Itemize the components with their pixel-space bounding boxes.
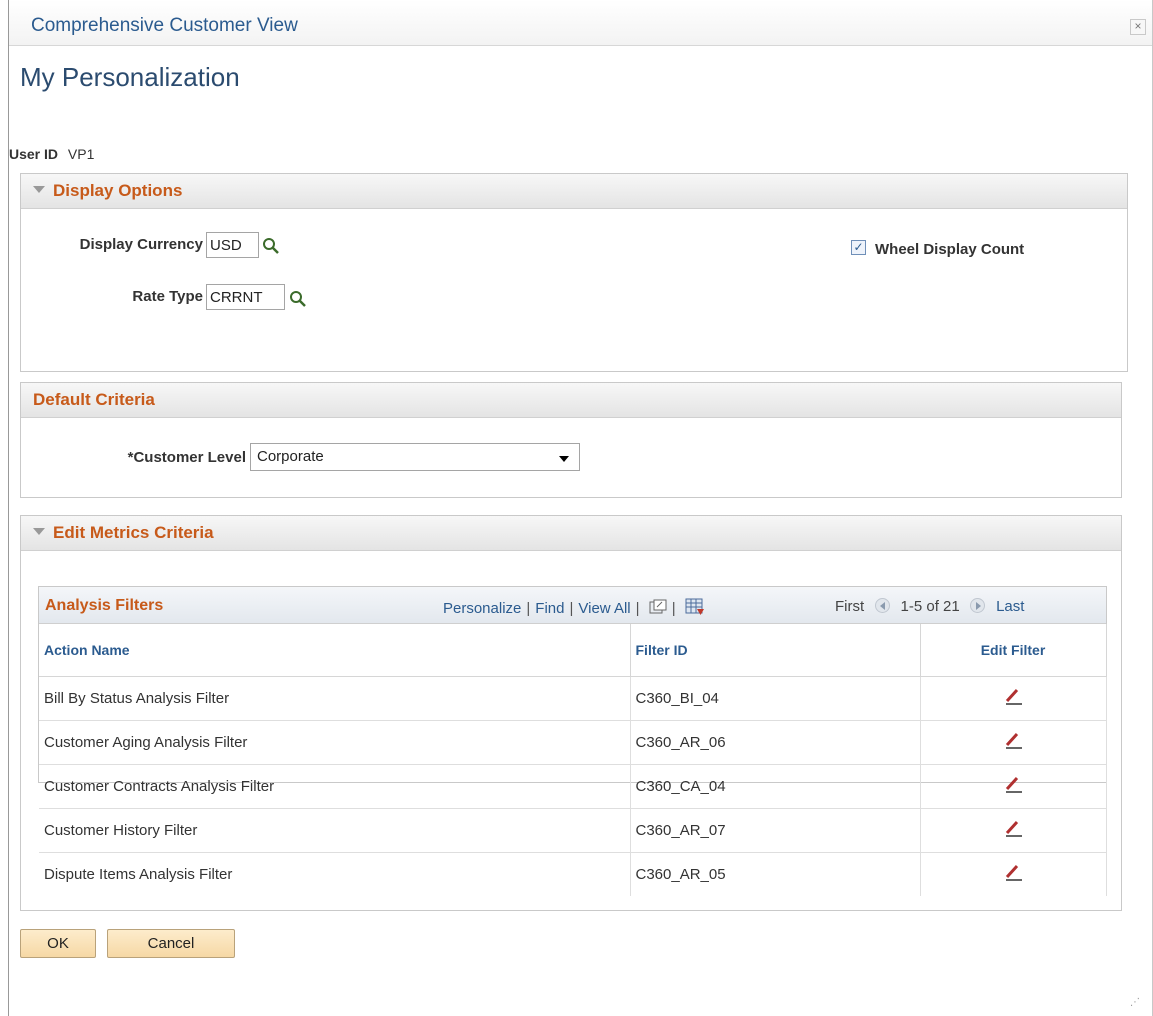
edit-metrics-header[interactable]: Edit Metrics Criteria	[21, 516, 1121, 551]
edit-pencil-icon[interactable]	[1003, 862, 1023, 882]
close-icon: ×	[1134, 19, 1142, 33]
column-header-action-name[interactable]: Action Name	[39, 624, 631, 677]
column-header-filter-id[interactable]: Filter ID	[630, 624, 921, 677]
table-body: Bill By Status Analysis Filter C360_BI_0…	[39, 676, 1107, 896]
filter-id-cell: C360_CA_04	[630, 764, 921, 809]
find-link[interactable]: Find	[535, 600, 564, 617]
grid-nav-links: Personalize | Find | View All | |	[443, 598, 705, 617]
action-name-cell: Customer Aging Analysis Filter	[39, 720, 631, 765]
modal-window: Comprehensive Customer View × My Persona…	[8, 0, 1153, 1016]
action-name-cell: Dispute Items Analysis Filter	[39, 852, 631, 896]
previous-page-icon[interactable]	[875, 598, 891, 613]
edit-pencil-icon[interactable]	[1003, 774, 1023, 794]
ok-button[interactable]: OK	[20, 929, 96, 958]
wheel-display-count-checkbox[interactable]: ✓	[851, 240, 866, 255]
wheel-display-count-label: Wheel Display Count	[875, 241, 1025, 258]
filter-id-cell: C360_AR_06	[630, 720, 921, 765]
edit-metrics-title: Edit Metrics Criteria	[53, 523, 214, 542]
customer-level-label: *Customer Level	[127, 449, 246, 466]
customer-level-select[interactable]: Corporate	[250, 443, 580, 471]
modal-titlebar: Comprehensive Customer View ×	[9, 0, 1152, 46]
filter-id-cell: C360_AR_05	[630, 852, 921, 896]
analysis-filters-grid: Analysis Filters Personalize | Find | View A…	[38, 586, 1107, 896]
action-name-cell: Bill By Status Analysis Filter	[39, 676, 631, 721]
default-criteria-title: Default Criteria	[33, 390, 155, 409]
grid-title: Analysis Filters	[45, 597, 164, 614]
table-row: Bill By Status Analysis Filter C360_BI_0…	[39, 676, 1107, 721]
filter-id-cell: C360_BI_04	[630, 676, 921, 721]
page-title: My Personalization	[20, 62, 240, 92]
display-currency-label: Display Currency	[79, 236, 203, 253]
collapse-triangle-icon	[33, 186, 45, 193]
collapse-triangle-icon	[33, 528, 45, 535]
last-page-link[interactable]: Last	[996, 598, 1024, 615]
resize-grip-icon[interactable]: ⋰	[1130, 997, 1140, 1008]
window-title: Comprehensive Customer View	[31, 15, 298, 36]
personalize-link[interactable]: Personalize	[443, 600, 521, 617]
grid-pager: First 1-5 of 21 Last	[835, 598, 1024, 615]
edit-pencil-icon[interactable]	[1003, 730, 1023, 750]
rate-type-label: Rate Type	[132, 288, 203, 305]
default-criteria-section: Default Criteria *Customer Level Corpora…	[20, 382, 1122, 498]
display-options-section: Display Options Display Currency Rate Ty…	[20, 173, 1128, 372]
column-header-edit-filter: Edit Filter	[920, 624, 1107, 677]
default-criteria-header: Default Criteria	[21, 383, 1121, 418]
search-icon[interactable]	[262, 237, 280, 255]
pager-first-label: First	[835, 598, 865, 615]
display-currency-input[interactable]	[206, 232, 259, 258]
table-row: Customer Aging Analysis Filter C360_AR_0…	[39, 720, 1107, 765]
table-row: Customer History Filter C360_AR_07	[39, 808, 1107, 853]
user-id-value: VP1	[67, 146, 95, 162]
edit-metrics-section: Edit Metrics Criteria Analysis Filters P…	[20, 515, 1122, 911]
cancel-button[interactable]: Cancel	[107, 929, 235, 958]
view-all-link[interactable]: View All	[578, 600, 630, 617]
display-options-title: Display Options	[53, 181, 183, 200]
rate-type-input[interactable]	[206, 284, 285, 310]
download-spreadsheet-icon[interactable]	[685, 598, 705, 616]
user-id-row: User ID VP1	[9, 146, 94, 162]
action-name-cell: Customer History Filter	[39, 808, 631, 853]
close-button[interactable]: ×	[1130, 19, 1146, 35]
next-page-icon[interactable]	[969, 598, 985, 613]
action-name-cell: Customer Contracts Analysis Filter	[39, 764, 631, 809]
pager-range: 1-5 of 21	[900, 598, 960, 615]
zoom-grid-icon[interactable]	[649, 599, 667, 615]
chevron-down-icon	[559, 456, 569, 462]
grid-toolbar: Analysis Filters Personalize | Find | View A…	[39, 587, 1106, 624]
filter-id-cell: C360_AR_07	[630, 808, 921, 853]
search-icon[interactable]	[289, 290, 307, 308]
user-id-label: User ID	[9, 146, 59, 162]
table-row: Customer Contracts Analysis Filter C360_…	[39, 764, 1107, 809]
display-options-header[interactable]: Display Options	[21, 174, 1127, 209]
customer-level-value: Corporate	[257, 448, 324, 465]
table-row: Dispute Items Analysis Filter C360_AR_05	[39, 852, 1107, 896]
edit-pencil-icon[interactable]	[1003, 686, 1023, 706]
edit-pencil-icon[interactable]	[1003, 818, 1023, 838]
analysis-filters-table: Action Name Filter ID Edit Filter Bill B…	[39, 624, 1107, 896]
